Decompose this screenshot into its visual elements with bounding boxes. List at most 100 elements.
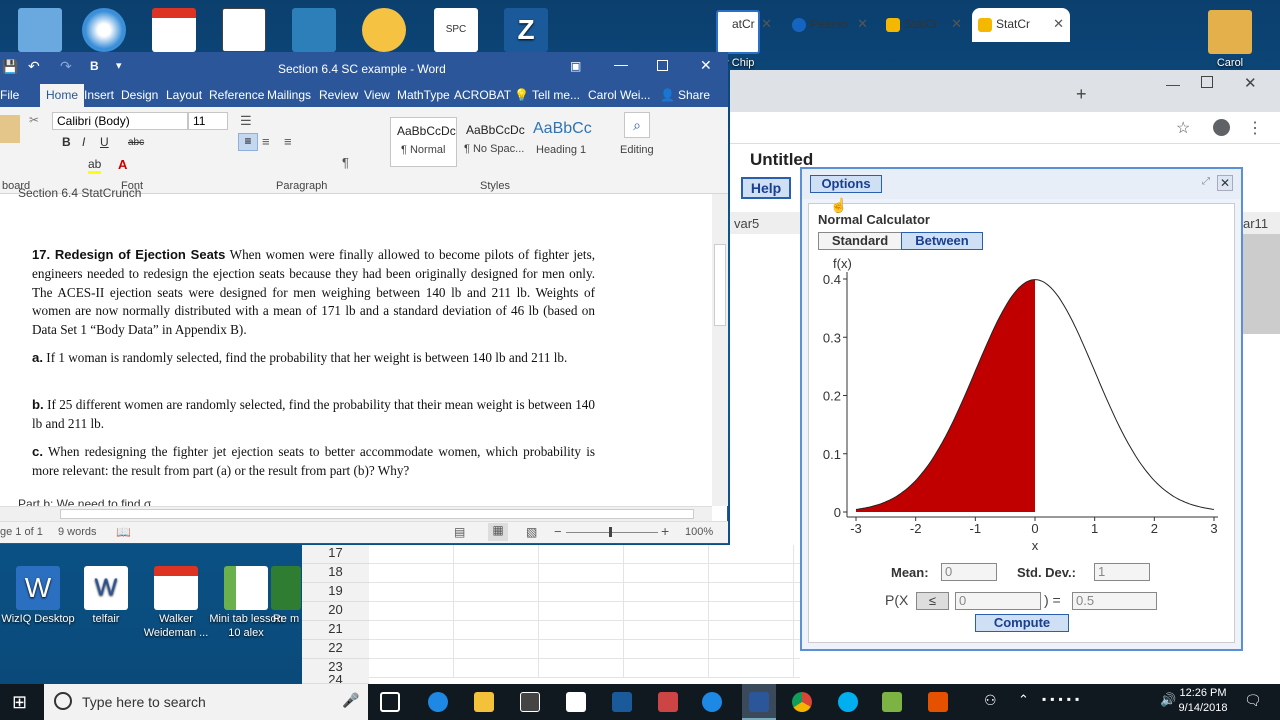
ribbon-display-icon[interactable]: ▣ [570, 59, 581, 73]
chrome-tab-pearson[interactable]: Pearso ✕ [786, 8, 874, 42]
desktop-icon-re[interactable]: Re m [268, 566, 304, 626]
editing-button[interactable]: Editing [620, 144, 654, 156]
desktop-icon-carol[interactable]: Carol [1192, 10, 1268, 70]
word-count[interactable]: 9 words [58, 526, 97, 538]
tab-between[interactable]: Between [901, 232, 983, 250]
h-scroll-thumb[interactable] [60, 509, 694, 519]
system-tray-icons[interactable]: ▪▪▪▪▪ [1042, 692, 1142, 710]
help-button[interactable]: Help [741, 177, 791, 199]
align-left-icon[interactable]: ≡ [238, 133, 258, 151]
sheet-row[interactable] [369, 545, 800, 564]
camtasia-orange-icon[interactable] [928, 692, 948, 712]
profile-icon[interactable] [1213, 119, 1230, 136]
strikethrough-icon[interactable]: abc [128, 137, 144, 148]
desktop-icon-walker[interactable]: Walker Weideman ... [138, 566, 214, 640]
row-number[interactable]: 18 [302, 564, 369, 583]
file-explorer-icon[interactable] [474, 692, 494, 712]
tab-insert[interactable]: Insert [84, 88, 114, 102]
row-number[interactable]: 24 [302, 675, 369, 684]
desktop-icon-shield[interactable] [346, 8, 422, 54]
notification-icon[interactable]: 🗨 [1244, 692, 1262, 709]
zoom-slider[interactable] [566, 532, 658, 533]
taskbar-search-box[interactable]: Type here to search 🎤 [44, 684, 368, 720]
maximize-icon[interactable] [657, 60, 668, 71]
compute-button[interactable]: Compute [975, 614, 1069, 632]
tab-mathtype[interactable]: MathType [397, 88, 450, 102]
store-icon[interactable] [520, 692, 540, 712]
statcrunch-taskbar-icon[interactable] [612, 692, 632, 712]
document-page[interactable]: Section 6.4 StatCrunch 17. Redesign of E… [0, 186, 712, 506]
sheet-row[interactable] [369, 621, 800, 640]
vertical-scrollbar[interactable] [712, 194, 728, 506]
proofing-icon[interactable]: 📖 [116, 525, 131, 539]
column-header-var5[interactable]: var5 [730, 212, 800, 234]
cut-icon[interactable]: ✂ [29, 113, 39, 127]
mail-icon[interactable] [566, 692, 586, 712]
menu-icon[interactable]: ⋮ [1247, 118, 1263, 138]
italic-icon[interactable]: I [82, 135, 85, 149]
undo-icon[interactable]: ↶ [28, 58, 40, 75]
tab-file[interactable]: File [0, 88, 19, 102]
desktop-icon-doc[interactable] [206, 8, 282, 54]
chevron-up-icon[interactable]: ⌃ [1018, 692, 1029, 708]
clock[interactable]: 12:26 PM 9/14/2018 [1178, 686, 1228, 716]
operator-select[interactable]: ≤ [916, 592, 949, 610]
zoom-out-icon[interactable]: − [554, 524, 562, 539]
column-header-var11[interactable]: ar11 [1243, 212, 1280, 234]
desktop-icon-telfair[interactable]: Wtelfair [68, 566, 144, 626]
sheet-row[interactable] [369, 564, 800, 583]
volume-icon[interactable]: 🔊 [1160, 692, 1176, 708]
font-color-icon[interactable]: A [118, 157, 127, 172]
word-taskbar-button[interactable] [742, 684, 776, 720]
horizontal-scrollbar[interactable] [0, 506, 712, 521]
row-number[interactable]: 19 [302, 583, 369, 602]
star-icon[interactable]: ☆ [1176, 118, 1190, 138]
ie-icon[interactable] [702, 692, 722, 712]
row-number[interactable]: 21 [302, 621, 369, 640]
read-mode-icon[interactable]: ▤ [454, 525, 465, 539]
tab-layout[interactable]: Layout [166, 88, 202, 102]
zoom-level[interactable]: 100% [685, 526, 713, 538]
mean-input[interactable]: 0 [941, 563, 997, 581]
probability-result[interactable]: 0.5 [1072, 592, 1157, 610]
close-icon[interactable]: ✕ [1053, 16, 1064, 32]
customize-icon[interactable]: ▾ [116, 59, 122, 72]
row-number[interactable]: 17 [302, 545, 369, 564]
tab-acrobat[interactable]: ACROBAT [454, 88, 511, 102]
microphone-icon[interactable]: 🎤 [342, 692, 359, 709]
tab-view[interactable]: View [364, 88, 390, 102]
paste-icon[interactable] [0, 115, 20, 143]
underline-icon[interactable]: U [100, 135, 109, 149]
app-taskbar-icon[interactable] [658, 692, 678, 712]
chrome-icon[interactable] [792, 692, 812, 712]
user-name[interactable]: Carol Wei... [588, 88, 650, 102]
close-icon[interactable]: ✕ [951, 16, 962, 32]
tell-me-search[interactable]: Tell me... [532, 88, 580, 102]
sheet-row[interactable] [369, 640, 800, 659]
print-layout-icon[interactable]: ▦ [488, 523, 508, 541]
font-size-select[interactable]: 11 [188, 112, 228, 130]
desktop-icon-spc[interactable]: SPC [418, 8, 494, 54]
desktop-icon-pdf[interactable] [136, 8, 212, 54]
options-button[interactable]: Options [810, 175, 882, 193]
bold-icon[interactable]: B [62, 135, 71, 149]
sheet-row[interactable] [369, 659, 800, 678]
tab-reference[interactable]: Reference [209, 88, 264, 102]
page-status[interactable]: ge 1 of 1 [0, 526, 43, 538]
camtasia-green-icon[interactable] [882, 692, 902, 712]
close-icon[interactable]: ✕ [857, 16, 868, 32]
font-name-select[interactable]: Calibri (Body) [52, 112, 188, 130]
people-icon[interactable]: ⚇ [984, 692, 997, 709]
x-value-input[interactable]: 0 [955, 592, 1041, 610]
expand-icon[interactable]: ⤢ [1199, 176, 1213, 190]
style-normal[interactable]: AaBbCcDc ¶ Normal [390, 117, 457, 167]
desktop-icon-safari[interactable] [66, 8, 142, 54]
close-icon[interactable]: ✕ [1217, 175, 1233, 191]
web-layout-icon[interactable]: ▧ [526, 525, 537, 539]
windows-start-icon[interactable]: ⊞ [12, 692, 27, 713]
tab-review[interactable]: Review [319, 88, 358, 102]
redo-icon[interactable]: ↷ [60, 58, 72, 75]
style-no-spacing[interactable]: AaBbCcDc ¶ No Spac... [460, 117, 527, 167]
desktop-icon-wiziq[interactable]: W WizIQ Desktop [0, 566, 76, 626]
align-right-icon[interactable]: ≡ [284, 134, 292, 149]
